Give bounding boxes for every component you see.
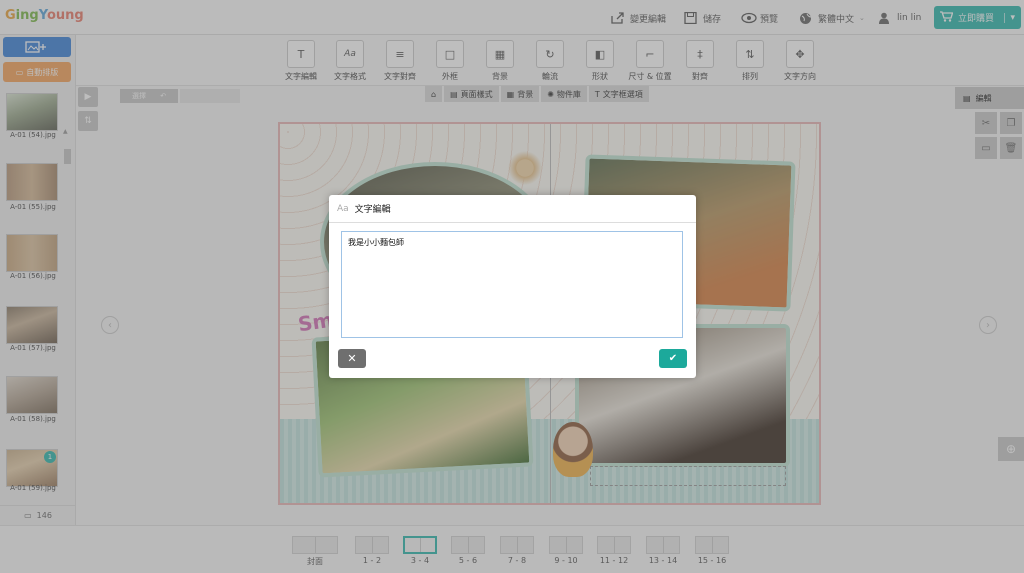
close-icon: ✕ [347,352,357,365]
dialog-title: 文字編輯 [354,205,391,215]
cancel-button[interactable]: ✕ [338,349,366,368]
text-edit-dialog: Aa 文字編輯 我是小小麵包師 ✕ ✔ [329,195,696,378]
text-format-icon: Aa [337,203,349,214]
dialog-header: Aa 文字編輯 [329,195,696,223]
check-icon: ✔ [668,353,678,364]
confirm-button[interactable]: ✔ [659,349,687,368]
text-input[interactable]: 我是小小麵包師 [341,231,683,338]
